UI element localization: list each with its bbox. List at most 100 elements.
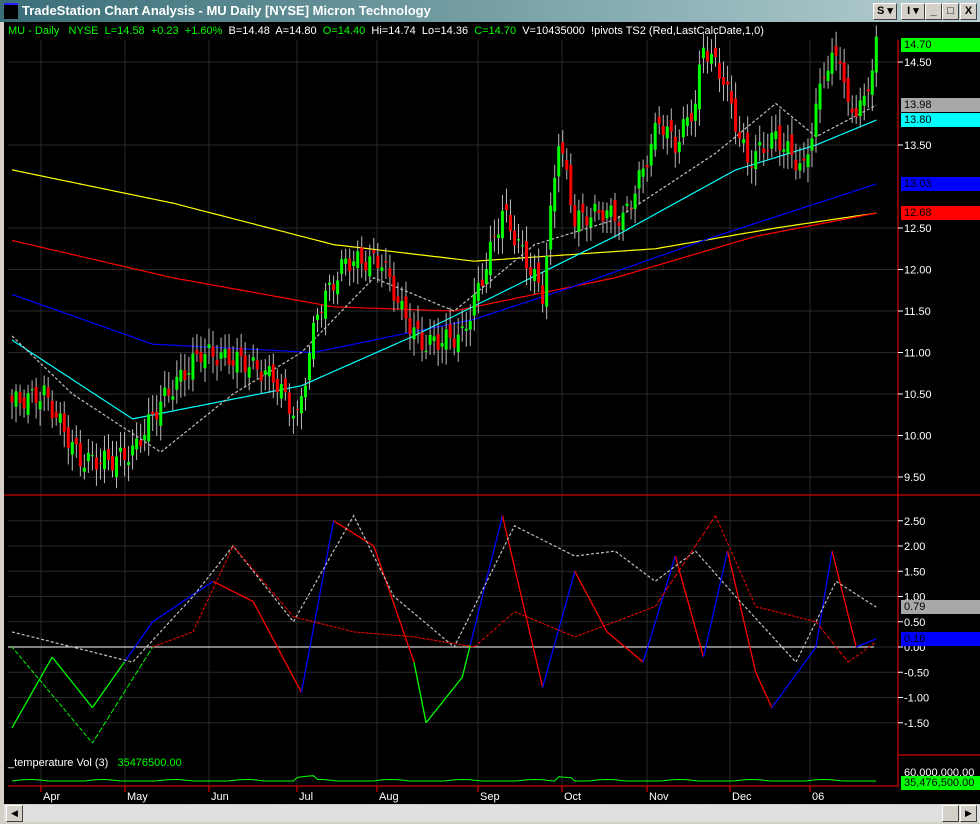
candle-body [609,205,613,217]
candle-body [730,91,734,104]
oscillator-dashed-segment [827,636,833,643]
oscillator-dashed-segment [112,704,117,712]
candle-body [183,370,187,380]
oscillator-dashed-segment [220,562,226,572]
oscillator-line-segment [304,649,311,672]
oscillator-line-segment [316,585,323,607]
oscillator-dashed-segment [172,637,177,640]
oscillator-line-segment [674,555,680,571]
chart-canvas[interactable]: 14.50 13.50 12.50 12.00 11.50 11.00 10.50 10.00… [0,0,980,824]
oscillator-line-segment [787,679,793,686]
oscillator-line-segment [220,584,226,588]
oscillator-line-segment [791,674,797,681]
candle-body [657,116,661,124]
candle-body [834,46,838,56]
oscillator-dashed-segment [855,653,861,657]
oscillator-line-segment [513,567,520,585]
oscillator-dashed-segment [694,539,700,547]
oscillator-dashed-segment [775,611,780,614]
horizontal-scrollbar[interactable]: ◀ ▶ [4,805,980,822]
candle-body [336,280,340,295]
candle-body [119,447,123,452]
candle-body [287,392,291,414]
candle-body [408,318,412,334]
oscillator-line-segment [87,702,93,709]
candle-body [376,255,380,269]
candle-body [38,401,42,410]
candle-body [131,445,135,456]
oscillator-dashed-segment [618,618,624,621]
oscillator-dashed-segment [759,607,764,610]
candle-body [147,414,151,442]
oscillator-dashed-segment [413,636,419,639]
candle-body [714,47,717,58]
candle-body [613,199,617,222]
oscillator-line-segment [747,637,753,656]
oscillator-dashed-segment [771,610,776,613]
oscillator-line-segment [312,606,319,629]
oscillator-dashed-segment [506,614,511,620]
last-price: L=14.58 [104,25,145,37]
oscillator-line-segment [240,594,246,599]
candle-body [66,427,70,448]
candle-body [416,320,420,329]
net-change: +0.23 [150,25,179,37]
oscillator-line-segment [570,571,576,586]
volume-value: 35476500.00 [117,757,182,769]
scroll-left-button[interactable]: ◀ [6,805,23,822]
status-line: MU - Daily NYSE L=14.58 +0.23 +1.60% B=1… [8,25,764,37]
candle-body [525,241,529,269]
price-value-label: 13.98 [901,98,980,113]
ma-yellow-line [11,169,877,262]
oscillator-line-segment [216,582,222,586]
price-value-label: 13.03 [901,177,980,191]
oscillator-dashed-segment [180,634,186,637]
oscillator-line-segment [236,592,242,597]
candle-body [26,393,30,415]
oscillator-dashed-segment [23,661,29,667]
oscillator-dashed-segment [630,613,636,617]
candle-body [14,391,18,407]
scroll-right-button[interactable]: ▶ [960,805,977,822]
candle-body [545,255,549,307]
candle-body [207,344,211,349]
oscillator-dashed-segment [95,729,101,737]
candle-body [155,411,159,420]
scroll-thumb[interactable] [942,805,959,822]
oscillator-line-segment [200,586,206,590]
oscillator-line-segment [872,638,877,642]
candle-body [372,250,376,254]
oscillator-dashed-segment [578,633,584,636]
candle-body [50,400,54,419]
candle-body [106,449,110,460]
oscillator-dashed-segment [835,646,841,653]
price-value-label: 12.68 [901,206,980,221]
oscillator-line-segment [228,588,234,593]
oscillator-dashed-segment [494,625,499,630]
oscillator-line-segment [132,644,138,651]
candle-body [98,463,102,465]
oscillator-line-segment [594,608,600,618]
oscillator-dashed-segment [498,621,503,627]
candle-body [356,251,360,268]
volume-name: _temperature Vol (3) [8,757,109,769]
oscillator-dashed-segment [349,630,354,633]
candle-body [854,108,858,117]
oscillator-line-segment [296,684,303,693]
candle-body [533,268,537,281]
oscillator-line-segment [337,522,342,527]
candle-body [838,61,842,64]
oscillator-dashed-segment [200,605,206,615]
candle-body [396,296,400,303]
price-value-label: 14.70 [901,38,980,53]
candle-body [726,81,730,85]
oscillator-line-segment [650,622,656,636]
osc-tick-label: 0.50 [904,617,925,629]
candle-body [320,312,324,314]
oscillator-dashed-segment [690,545,696,553]
oscillator-line-segment [441,697,447,703]
candle-body [392,275,396,301]
oscillator-dashed-segment [546,624,551,628]
oscillator-line-segment [799,663,805,670]
oscillator-line-segment [67,676,73,683]
